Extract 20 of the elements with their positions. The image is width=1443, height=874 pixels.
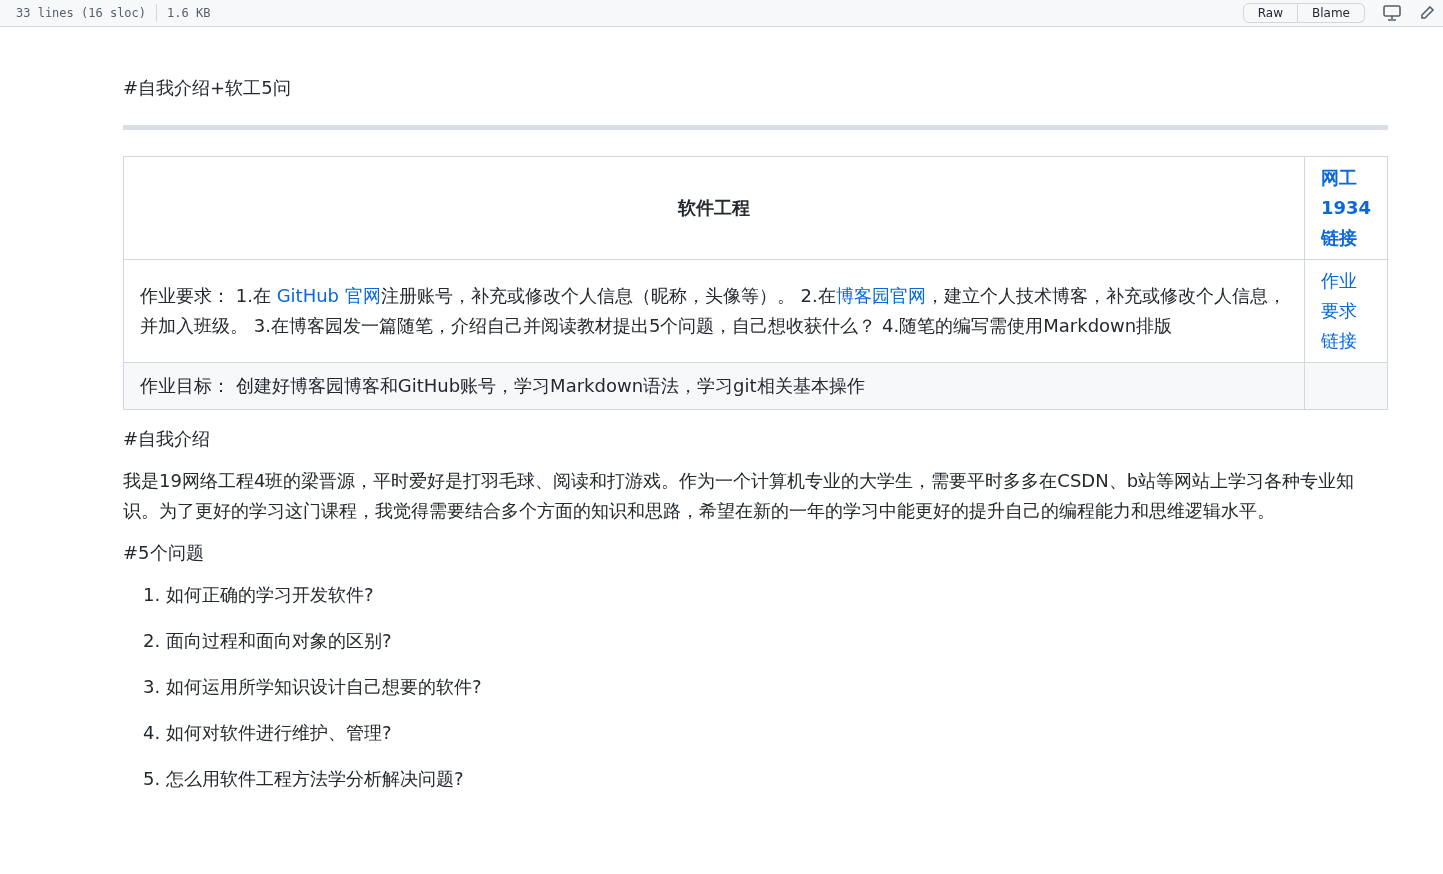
section-heading: #自我介绍 [123, 427, 212, 451]
intro-paragraph: 我是19网络工程4班的梁晋源，平时爱好是打羽毛球、阅读和打游戏。作为一个计算机专业的大学生，需要平时多多在CSDN、b站等网站上学习各种专业知识。为了更好的学习这门课程，我觉得需要结合多个方面的知识和思路，希望在新的一年的学习中能更好的提升自己的编程能力和思维逻辑水平。 [123, 469, 1356, 523]
table-cell: 作业要求： 1.在 GitHub 官网注册账号，补充或修改个人信息（昵称，头像等）。 2.在博客园官网，建立个人技术博客，补充或修改个人信息，并加入班级。 3.在博客园发一篇随笔，介绍自己并阅读教材提出5个问题，自己想收获什么？ 4.随笔的编写需使用Markdown排版 [140, 285, 1286, 336]
inline-link[interactable]: GitHub 官网 [276, 285, 381, 306]
table-header: 软件工程 [677, 197, 750, 218]
inline-link[interactable]: 博客园官网 [835, 285, 926, 306]
file-view-button[interactable]: Blame [1298, 3, 1365, 23]
section-heading: #自我介绍+软工5问 [123, 76, 292, 100]
question-item: 3. 如何运用所学知识设计自己想要的软件? [143, 675, 483, 699]
section-heading: #5个问题 [123, 541, 205, 565]
line-count: 33 lines (16 sloc) [16, 6, 147, 20]
question-item: 2. 面向过程和面向对象的区别? [143, 629, 393, 653]
desktop-icon[interactable] [1383, 5, 1401, 21]
question-item: 4. 如何对软件进行维护、管理? [143, 721, 393, 745]
question-item: 5. 怎么用软件工程方法学分析解决问题? [143, 767, 465, 791]
file-size: 1.6 KB [167, 6, 211, 20]
table-cell: 作业目标： 创建好博客园博客和GitHub账号，学习Markdown语法，学习git相关基本操作 [140, 375, 865, 396]
pencil-icon[interactable] [1419, 5, 1435, 21]
file-view-button[interactable]: Raw [1242, 3, 1298, 23]
question-item: 1. 如何正确的学习开发软件? [143, 583, 375, 607]
